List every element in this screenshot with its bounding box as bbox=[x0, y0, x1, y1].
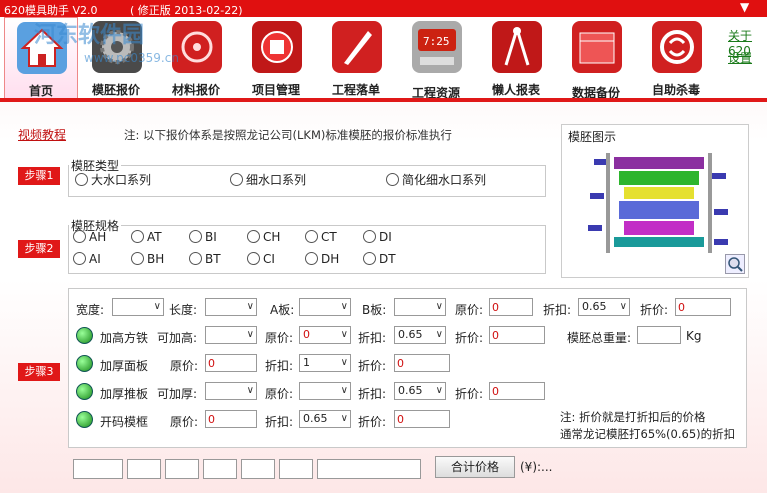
faceplate-price-input[interactable]: 0 bbox=[205, 354, 257, 372]
window-title: 620模具助手 V2.0 bbox=[4, 4, 98, 17]
radio-type-simplified[interactable]: 简化细水口系列 bbox=[386, 171, 486, 188]
total-field-7[interactable] bbox=[317, 459, 421, 479]
mold-diagram bbox=[588, 153, 728, 253]
total-field-5[interactable] bbox=[241, 459, 275, 479]
option-toggle-frame[interactable] bbox=[76, 411, 93, 428]
total-field-2[interactable] bbox=[127, 459, 161, 479]
pen-icon bbox=[332, 21, 382, 73]
compass-icon bbox=[492, 21, 542, 73]
step1-badge: 步骤1 bbox=[18, 167, 60, 185]
radio-spec-ah[interactable]: AH bbox=[73, 230, 106, 244]
radio-spec-ct[interactable]: CT bbox=[305, 230, 337, 244]
radio-spec-di[interactable]: DI bbox=[363, 230, 392, 244]
pushplate-discount-select[interactable]: 0.65 ∨ bbox=[394, 382, 446, 400]
option-toggle-faceplate[interactable] bbox=[76, 355, 93, 372]
svg-text:7:25: 7:25 bbox=[423, 35, 450, 48]
radio-spec-dh[interactable]: DH bbox=[305, 252, 339, 266]
radio-spec-bi[interactable]: BI bbox=[189, 230, 217, 244]
raise-price-select[interactable]: 0 ∨ bbox=[299, 326, 351, 344]
calc-total-button[interactable]: 合计价格 bbox=[435, 456, 515, 478]
menu-arrow-icon[interactable]: ▼ bbox=[740, 0, 749, 14]
toolbar-divider bbox=[0, 98, 767, 102]
raise-select[interactable]: ∨ bbox=[205, 326, 257, 344]
currency-label: (¥):... bbox=[520, 460, 553, 474]
calendar-icon bbox=[572, 21, 622, 73]
pushplate-price-select[interactable]: ∨ bbox=[299, 382, 351, 400]
radio-spec-ci[interactable]: CI bbox=[247, 252, 275, 266]
width-select[interactable]: ∨ bbox=[112, 298, 164, 316]
radio-spec-ai[interactable]: AI bbox=[73, 252, 101, 266]
watermark-site: 河东软件园 bbox=[34, 23, 145, 48]
base-price-input[interactable]: 0 bbox=[489, 298, 533, 316]
pushplate-select[interactable]: ∨ bbox=[205, 382, 257, 400]
radio-spec-dt[interactable]: DT bbox=[363, 252, 396, 266]
frame-price-input[interactable]: 0 bbox=[205, 410, 257, 428]
tab-backup[interactable]: 数据备份 bbox=[560, 17, 632, 100]
faceplate-discounted-input[interactable]: 0 bbox=[394, 354, 450, 372]
standard-note: 注: 以下报价体系是按照龙记公司(LKM)标准模胚的报价标准执行 bbox=[124, 128, 452, 142]
title-bar: 620模具助手 V2.0 ( 修正版 2013-02-22) ▼ bbox=[0, 0, 767, 17]
radio-type-fine[interactable]: 细水口系列 bbox=[230, 171, 306, 188]
option-toggle-pushplate[interactable] bbox=[76, 383, 93, 400]
option-toggle-raise[interactable] bbox=[76, 327, 93, 344]
b-plate-select[interactable]: ∨ bbox=[394, 298, 446, 316]
shield-icon bbox=[652, 21, 702, 73]
a-plate-select[interactable]: ∨ bbox=[299, 298, 351, 316]
frame-discount-select[interactable]: 0.65 ∨ bbox=[299, 410, 351, 428]
radio-spec-bt[interactable]: BT bbox=[189, 252, 221, 266]
radio-type-large[interactable]: 大水口系列 bbox=[75, 171, 151, 188]
video-tutorial-link[interactable]: 视频教程 bbox=[18, 126, 66, 143]
zoom-icon bbox=[728, 257, 743, 272]
total-field-6[interactable] bbox=[279, 459, 313, 479]
settings-link[interactable]: 设置 bbox=[728, 49, 752, 66]
tab-project[interactable]: 项目管理 bbox=[240, 17, 312, 100]
material-icon bbox=[172, 21, 222, 73]
toolbar: 首页 模胚报价 材料报价 项目管理 工程落单 7:25 工程资源 懒人报表 数据… bbox=[0, 17, 767, 101]
total-field-4[interactable] bbox=[203, 459, 237, 479]
clock-icon: 7:25 bbox=[412, 21, 462, 73]
tab-order[interactable]: 工程落单 bbox=[320, 17, 392, 100]
project-icon bbox=[252, 21, 302, 73]
base-discounted-input[interactable]: 0 bbox=[675, 298, 731, 316]
total-field-1[interactable] bbox=[73, 459, 123, 479]
base-discount-select[interactable]: 0.65 ∨ bbox=[578, 298, 630, 316]
watermark-url: www.pc0359.cn bbox=[84, 51, 179, 65]
total-field-3[interactable] bbox=[165, 459, 199, 479]
window-version: ( 修正版 2013-02-22) bbox=[130, 4, 243, 17]
zoom-button[interactable] bbox=[725, 254, 745, 274]
raise-discounted-input[interactable]: 0 bbox=[489, 326, 545, 344]
length-select[interactable]: ∨ bbox=[205, 298, 257, 316]
frame-discounted-input[interactable]: 0 bbox=[394, 410, 450, 428]
step2-badge: 步骤2 bbox=[18, 240, 60, 258]
raise-discount-select[interactable]: 0.65 ∨ bbox=[394, 326, 446, 344]
discount-note-1: 注: 折价就是打折扣后的价格 bbox=[560, 410, 706, 424]
radio-spec-ch[interactable]: CH bbox=[247, 230, 280, 244]
radio-spec-bh[interactable]: BH bbox=[131, 252, 164, 266]
tab-report[interactable]: 懒人报表 bbox=[480, 17, 552, 100]
radio-spec-at[interactable]: AT bbox=[131, 230, 162, 244]
tab-resources[interactable]: 7:25 工程资源 bbox=[400, 17, 472, 100]
pushplate-discounted-input[interactable]: 0 bbox=[489, 382, 545, 400]
mold-diagram-panel: 模胚图示 bbox=[561, 124, 749, 278]
faceplate-discount-select[interactable]: 1 ∨ bbox=[299, 354, 351, 372]
diagram-title: 模胚图示 bbox=[568, 130, 617, 144]
total-weight-input[interactable] bbox=[637, 326, 681, 344]
step3-badge: 步骤3 bbox=[18, 363, 60, 381]
discount-note-2: 通常龙记模胚打65%(0.65)的折扣 bbox=[560, 427, 736, 441]
tab-antivirus[interactable]: 自助杀毒 bbox=[640, 17, 712, 100]
